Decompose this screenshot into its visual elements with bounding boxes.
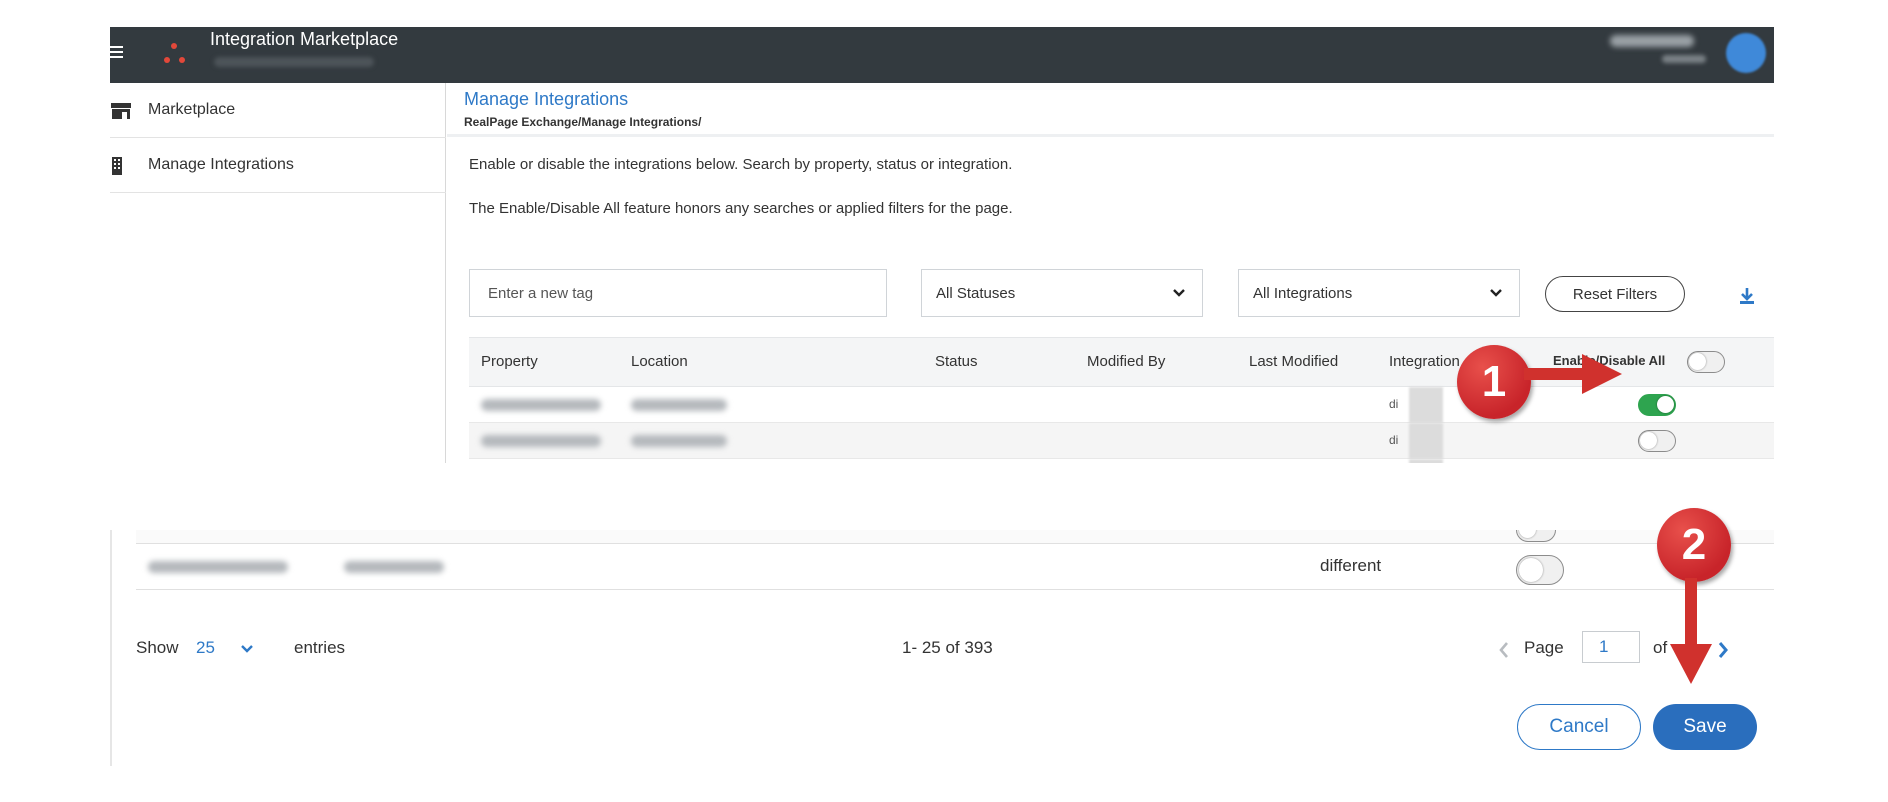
page-header: Manage Integrations RealPage Exchange/Ma… [447,83,1774,137]
sidebar-item-label: Marketplace [148,101,236,118]
main-content: Manage Integrations RealPage Exchange/Ma… [447,83,1774,463]
column-header-integration[interactable]: Integration [1389,353,1460,370]
chevron-left-icon[interactable] [1497,641,1511,659]
location-redacted [344,561,444,573]
user-name-redacted [1610,35,1694,47]
page-description: Enable or disable the integrations below… [469,156,1013,173]
logo-icon [158,35,190,67]
property-redacted [481,435,601,447]
column-header-status[interactable]: Status [935,353,978,370]
enable-all-toggle[interactable] [1687,351,1725,373]
breadcrumb: RealPage Exchange/Manage Integrations/ [464,115,702,129]
app-subtitle-redacted [214,57,374,67]
page-number-input[interactable] [1582,631,1640,663]
entries-label: entries [294,638,346,657]
hamburger-menu-icon[interactable] [110,43,124,63]
chevron-down-icon[interactable] [240,642,254,656]
step-2-callout: 2 [1657,508,1731,582]
top-navigation-bar: Integration Marketplace [110,27,1774,83]
integration-select-value: All Integrations [1253,284,1353,302]
chevron-right-icon[interactable] [1716,641,1730,659]
reset-filters-button[interactable]: Reset Filters [1545,276,1685,312]
location-redacted [631,399,727,411]
cancel-button[interactable]: Cancel [1517,704,1641,750]
status-select[interactable]: All Statuses [921,269,1203,317]
integration-redacted [1409,459,1443,463]
results-range: 1- 25 of 393 [902,638,993,657]
integration-cell: different [1320,556,1382,575]
column-header-modified-by[interactable]: Modified By [1087,353,1165,370]
arrow-right-icon [1524,354,1622,394]
sidebar: Marketplace Manage Integrations [110,83,446,463]
page-label: Page [1524,638,1564,657]
property-redacted [148,561,288,573]
row-enable-toggle[interactable] [1516,555,1564,585]
arrow-down-icon [1670,578,1712,684]
table-row: di [469,459,1774,463]
chevron-down-icon [1490,289,1502,297]
user-role-redacted [1662,55,1706,63]
save-button[interactable]: Save [1653,704,1757,750]
integration-redacted [1409,423,1443,459]
sidebar-item-marketplace[interactable]: Marketplace [110,83,446,138]
location-redacted [631,435,727,447]
table-row: di [469,423,1774,459]
row-enable-toggle[interactable] [1638,394,1676,416]
column-header-location[interactable]: Location [631,353,688,370]
enable-all-note: The Enable/Disable All feature honors an… [469,200,1013,217]
table-row: different [136,544,1774,590]
sidebar-item-manage-integrations[interactable]: Manage Integrations [110,138,446,193]
page-size-select[interactable]: 25 [196,638,215,658]
column-header-property[interactable]: Property [481,353,538,370]
building-icon [112,157,122,175]
avatar[interactable] [1726,33,1766,73]
chevron-down-icon [1173,289,1185,297]
bottom-screenshot-panel: different Show 25 entries 1- 25 of 393 P… [110,530,1774,766]
row-enable-toggle[interactable] [1516,530,1556,542]
step-1-callout: 1 [1457,345,1531,419]
tag-input[interactable] [469,269,887,317]
store-icon [111,103,131,119]
show-label: Show [136,638,179,657]
sidebar-item-label: Manage Integrations [148,156,294,173]
download-icon[interactable] [1739,287,1755,305]
property-redacted [481,399,601,411]
integration-select[interactable]: All Integrations [1238,269,1520,317]
status-select-value: All Statuses [936,284,1016,302]
integration-cell: di [1389,433,1399,447]
integration-cell: di [1389,397,1399,411]
page-title: Manage Integrations [464,89,629,109]
column-header-last-modified[interactable]: Last Modified [1249,353,1338,370]
row-enable-toggle[interactable] [1638,430,1676,452]
integration-redacted [1409,387,1443,423]
table-row [136,530,1774,544]
app-title: Integration Marketplace [210,29,399,49]
